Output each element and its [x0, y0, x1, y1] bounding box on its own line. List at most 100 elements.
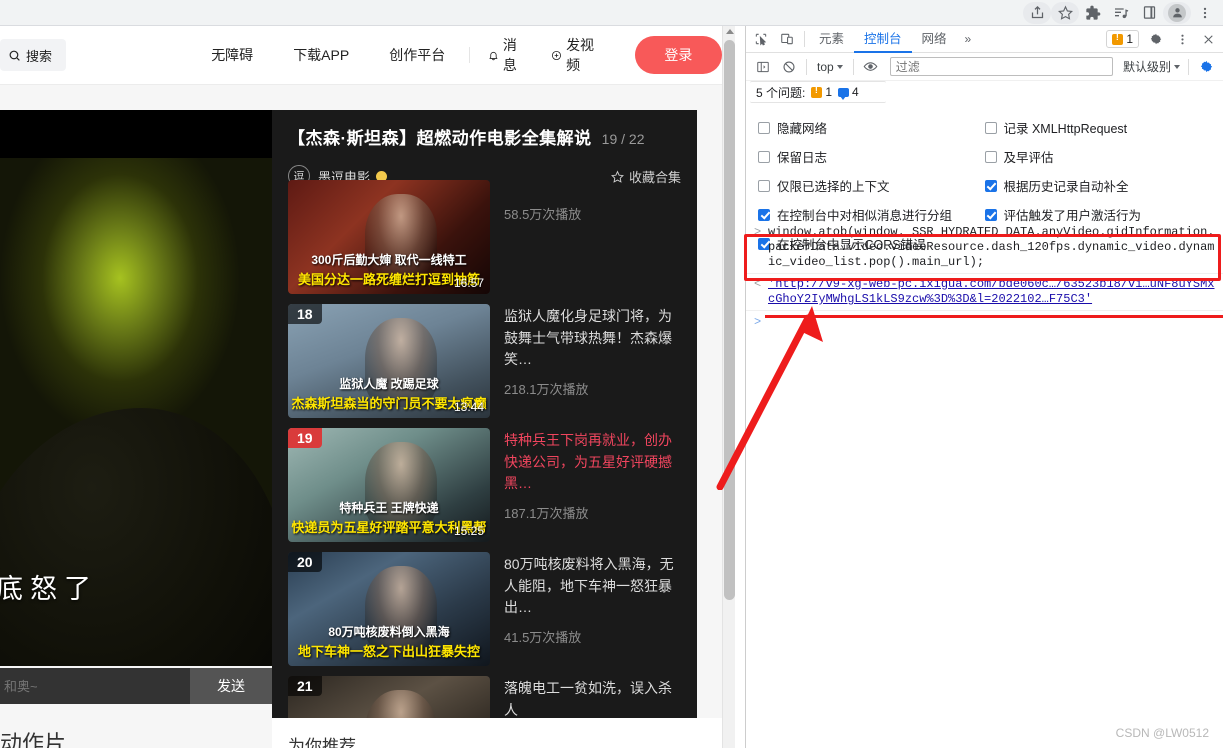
login-button[interactable]: 登录 — [634, 36, 722, 74]
setting-eager-evaluation[interactable]: 及早评估 — [984, 142, 1212, 171]
clear-console-icon[interactable] — [776, 55, 802, 79]
recommendation-title: 为你推荐 — [288, 737, 356, 748]
console-toolbar-divider-2 — [852, 58, 854, 75]
list-item[interactable]: 18 监狱人魔 改踢足球 杰森斯坦森当的守门员不要太疯癫 13:44 监狱人魔化… — [288, 304, 684, 427]
share-icon[interactable] — [1023, 1, 1051, 24]
live-expression-eye-icon[interactable] — [858, 55, 884, 79]
playlist-progress-count: 19 / 22 — [601, 131, 645, 147]
comment-bar: 发送 — [0, 668, 272, 704]
checkbox[interactable] — [984, 121, 997, 134]
checkbox[interactable] — [758, 150, 770, 163]
checkbox[interactable] — [984, 208, 997, 221]
toolbar-divider — [804, 31, 805, 47]
page-scrollbar[interactable] — [722, 26, 735, 748]
setting-selected-context-only[interactable]: 仅限已选择的上下文 — [758, 171, 985, 200]
checkbox[interactable] — [984, 150, 997, 163]
nav-item-upload-video[interactable]: 发视频 — [537, 35, 611, 75]
bell-icon — [489, 51, 498, 60]
thumbnail-caption-secondary: 地下车神一怒之下出山狂暴失控 — [297, 644, 480, 659]
status-badge[interactable]: 1 — [1106, 30, 1139, 48]
profile-avatar-icon[interactable] — [1163, 1, 1191, 24]
devtools-panel: 元素 控制台 网络 » 1 top — [745, 26, 1223, 748]
scrollbar-thumb[interactable] — [724, 40, 735, 600]
list-item[interactable]: 300斤后勤大婶 取代一线特工 美国分达一路死缠烂打逗到抽筋 16:57 58.… — [288, 180, 684, 303]
console-sidebar-icon[interactable] — [750, 55, 776, 79]
video-index-badge: 18 — [288, 304, 322, 324]
more-options-icon[interactable] — [1169, 27, 1195, 51]
issues-info-count: 4 — [852, 85, 859, 99]
extensions-puzzle-icon[interactable] — [1079, 2, 1107, 24]
console-toolbar-divider — [806, 58, 807, 75]
browser-menu-icon[interactable] — [1191, 2, 1219, 24]
list-item[interactable]: 21 落魄电工一贫如洗，误入杀人 — [288, 676, 684, 718]
tab-network[interactable]: 网络 — [912, 26, 957, 53]
comment-input[interactable] — [0, 668, 190, 704]
console-input-row[interactable]: > window.atob(window._SSR_HYDRATED_DATA.… — [746, 222, 1223, 274]
thumbnail-caption-primary: 300斤后勤大婶 取代一线特工 — [311, 253, 467, 267]
video-index-badge: 21 — [288, 676, 322, 696]
gear-icon[interactable] — [1143, 27, 1169, 51]
checkbox[interactable] — [984, 179, 997, 192]
nav-item-accessibility[interactable]: 无障碍 — [191, 45, 273, 65]
close-icon[interactable] — [1195, 27, 1221, 51]
video-thumbnail[interactable]: 300斤后勤大婶 取代一线特工 美国分达一路死缠烂打逗到抽筋 16:57 — [288, 180, 490, 294]
checkbox[interactable] — [758, 208, 770, 221]
setting-label: 根据历史记录自动补全 — [1003, 180, 1129, 194]
setting-preserve-log[interactable]: 保留日志 — [758, 142, 985, 171]
player-letterbox-top — [0, 110, 272, 158]
video-play-count: 58.5万次播放 — [504, 207, 582, 222]
setting-hide-network[interactable]: 隐藏网络 — [758, 113, 985, 142]
tab-elements[interactable]: 元素 — [809, 26, 854, 53]
comment-send-button[interactable]: 发送 — [190, 668, 272, 704]
issues-warning-count: 1 — [825, 85, 833, 99]
video-title[interactable]: 特种兵王下岗再就业，创办快递公司，为五星好评硬撼黑… — [504, 430, 684, 495]
tab-console[interactable]: 控制台 — [854, 26, 912, 53]
device-toolbar-icon[interactable] — [774, 27, 800, 51]
video-play-count: 41.5万次播放 — [504, 630, 582, 646]
video-title[interactable]: 监狱人魔化身足球门将，为鼓舞士气带球热舞！杰森爆笑… — [504, 306, 684, 371]
site-nav: 无障碍 下载APP 创作平台 消息 发视频 — [191, 35, 611, 75]
setting-log-xmlhttprequest[interactable]: 记录 XMLHttpRequest — [984, 113, 1212, 142]
inspect-element-icon[interactable] — [748, 27, 774, 51]
nav-item-creator-platform[interactable]: 创作平台 — [369, 45, 465, 65]
bookmark-star-icon[interactable] — [1051, 1, 1079, 24]
video-thumbnail[interactable]: 20 80万吨核废料倒入黑海 地下车神一怒之下出山狂暴失控 — [288, 552, 490, 666]
video-title[interactable]: 落魄电工一贫如洗，误入杀人 — [504, 678, 684, 718]
video-player[interactable]: 底怒了 — [0, 110, 272, 666]
checkbox[interactable] — [758, 179, 770, 192]
nav-item-download-app[interactable]: 下载APP — [273, 45, 369, 65]
reading-list-icon[interactable] — [1107, 2, 1135, 24]
issues-summary-bar[interactable]: 5 个问题: 1 4 — [750, 81, 886, 103]
checkbox[interactable] — [758, 121, 770, 134]
setting-label: 及早评估 — [1003, 151, 1054, 165]
search-placeholder-text: 搜索 — [26, 48, 53, 64]
sidepanel-icon[interactable] — [1135, 2, 1163, 24]
setting-autocomplete-from-history[interactable]: 根据历史记录自动补全 — [984, 171, 1212, 200]
issues-label: 5 个问题: — [756, 85, 806, 100]
settings-row: 仅限已选择的上下文 根据历史记录自动补全 — [758, 171, 1211, 200]
playlist-header: 【杰森·斯坦森】超燃动作电影全集解说 19 / 22 逗 墨逗电影 收藏合集 — [272, 110, 697, 187]
settings-row: 隐藏网络 记录 XMLHttpRequest — [758, 113, 1211, 142]
video-thumbnail[interactable]: 19 特种兵王 王牌快递 快递员为五星好评踏平意大利黑帮 15:25 — [288, 428, 490, 542]
console-filter-input[interactable] — [889, 57, 1113, 76]
video-duration: 15:25 — [453, 524, 484, 538]
scroll-up-arrow-icon[interactable] — [726, 29, 734, 34]
context-selector[interactable]: top — [811, 60, 849, 74]
video-title[interactable]: 80万吨核废料将入黑海，无人能阻，地下车神一怒狂暴出… — [504, 554, 684, 619]
playlist-panel: 【杰森·斯坦森】超燃动作电影全集解说 19 / 22 逗 墨逗电影 收藏合集 3… — [272, 110, 697, 718]
thumbnail-caption-primary: 监狱人魔 改踢足球 — [339, 377, 439, 391]
nav-item-messages[interactable]: 消息 — [474, 35, 537, 75]
list-item[interactable]: 19 特种兵王 王牌快递 快递员为五星好评踏平意大利黑帮 15:25 特种兵王下… — [288, 428, 684, 551]
console-output-value[interactable]: 'http://v9-xg-web-pc.ixigua.com/bde060c…… — [768, 277, 1223, 307]
video-thumbnail[interactable]: 21 — [288, 676, 490, 718]
console-output-marker-icon: < — [754, 277, 762, 291]
console-settings-gear-icon[interactable] — [1193, 55, 1219, 79]
console-output-row[interactable]: < 'http://v9-xg-web-pc.ixigua.com/bde060… — [746, 274, 1223, 311]
chevron-down-icon — [1174, 64, 1180, 69]
list-item[interactable]: 20 80万吨核废料倒入黑海 地下车神一怒之下出山狂暴失控 80万吨核废料将入黑… — [288, 552, 684, 675]
search-input[interactable]: 搜索 — [0, 39, 67, 71]
video-thumbnail[interactable]: 18 监狱人魔 改踢足球 杰森斯坦森当的守门员不要太疯癫 13:44 — [288, 304, 490, 418]
video-duration: 16:57 — [453, 276, 484, 290]
log-level-selector[interactable]: 默认级别 — [1119, 58, 1184, 75]
more-tabs-chevron-icon[interactable]: » — [957, 32, 980, 46]
